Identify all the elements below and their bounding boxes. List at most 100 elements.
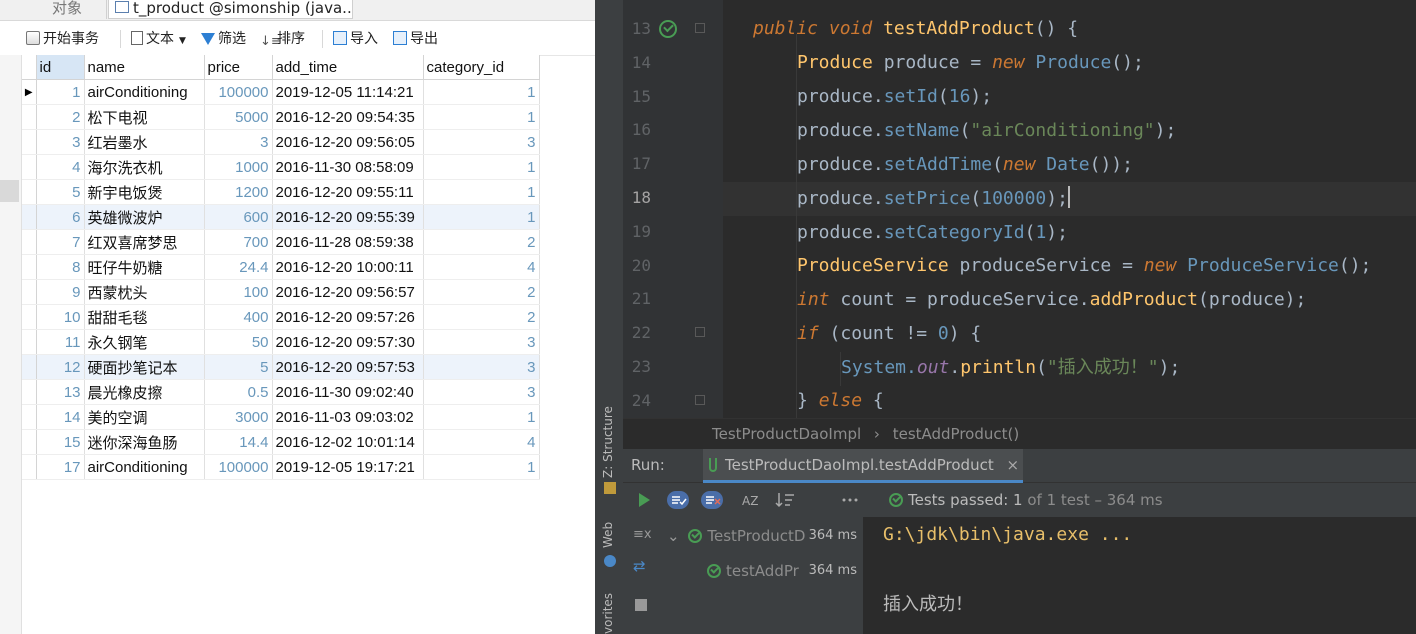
- clear-filter-icon[interactable]: ≡x: [633, 527, 652, 542]
- cell-add-time[interactable]: 2016-12-20 09:55:11: [272, 179, 424, 205]
- cell-id[interactable]: 2: [36, 104, 85, 130]
- cell-category-id[interactable]: 2: [423, 279, 540, 305]
- cell-name[interactable]: 永久钢笔: [84, 329, 205, 355]
- close-icon[interactable]: ×: [1007, 456, 1020, 474]
- table-row[interactable]: 13 晨光橡皮擦 0.5 2016-11-30 09:02:40 3: [22, 379, 540, 405]
- cell-name[interactable]: 迷你深海鱼肠: [84, 429, 205, 455]
- import-button[interactable]: 导入: [333, 29, 378, 49]
- cell-name[interactable]: 美的空调: [84, 404, 205, 430]
- table-row[interactable]: 4 海尔洗衣机 1000 2016-11-30 08:58:09 1: [22, 154, 540, 180]
- stop-icon[interactable]: [635, 599, 647, 611]
- cell-category-id[interactable]: 2: [423, 229, 540, 255]
- cell-price[interactable]: 400: [204, 304, 273, 330]
- begin-transaction-button[interactable]: 开始事务: [26, 29, 99, 49]
- test-tree-item[interactable]: testAddPr 364 ms: [707, 554, 857, 588]
- cell-category-id[interactable]: 1: [423, 454, 540, 480]
- fold-icon[interactable]: [695, 395, 705, 405]
- show-passed-icon[interactable]: [667, 491, 689, 509]
- cell-category-id[interactable]: 3: [423, 329, 540, 355]
- cell-category-id[interactable]: 1: [423, 404, 540, 430]
- structure-tool-tab[interactable]: Z: Structure: [597, 400, 621, 500]
- table-row[interactable]: 8 旺仔牛奶糖 24.4 2016-12-20 10:00:11 4: [22, 254, 540, 280]
- cell-category-id[interactable]: 3: [423, 354, 540, 380]
- cell-id[interactable]: 5: [36, 179, 85, 205]
- table-row[interactable]: 5 新宇电饭煲 1200 2016-12-20 09:55:11 1: [22, 179, 540, 205]
- cell-add-time[interactable]: 2016-12-20 09:55:39: [272, 204, 424, 230]
- table-row[interactable]: 15 迷你深海鱼肠 14.4 2016-12-02 10:01:14 4: [22, 429, 540, 455]
- cell-add-time[interactable]: 2016-12-20 09:54:35: [272, 104, 424, 130]
- favorites-tool-tab[interactable]: vorites: [597, 590, 621, 634]
- cell-name[interactable]: 新宇电饭煲: [84, 179, 205, 205]
- cell-add-time[interactable]: 2016-12-20 09:57:26: [272, 304, 424, 330]
- cell-name[interactable]: 英雄微波炉: [84, 204, 205, 230]
- cell-category-id[interactable]: 4: [423, 429, 540, 455]
- web-tool-tab[interactable]: Web: [597, 520, 621, 570]
- cell-name[interactable]: 旺仔牛奶糖: [84, 254, 205, 280]
- cell-name[interactable]: airConditioning: [84, 79, 205, 105]
- table-row[interactable]: 10 甜甜毛毯 400 2016-12-20 09:57:26 2: [22, 304, 540, 330]
- row-indicator[interactable]: [22, 104, 37, 130]
- cell-id[interactable]: 11: [36, 329, 85, 355]
- row-indicator[interactable]: [22, 454, 37, 480]
- row-indicator[interactable]: [22, 229, 37, 255]
- fold-icon[interactable]: [695, 23, 705, 33]
- cell-id[interactable]: 7: [36, 229, 85, 255]
- cell-price[interactable]: 0.5: [204, 379, 273, 405]
- cell-name[interactable]: 西蒙枕头: [84, 279, 205, 305]
- cell-category-id[interactable]: 1: [423, 204, 540, 230]
- tab-objects[interactable]: 对象: [30, 0, 107, 19]
- cell-price[interactable]: 5: [204, 354, 273, 380]
- row-indicator[interactable]: [22, 379, 37, 405]
- test-tree-item[interactable]: ⌄ TestProductD 364 ms: [667, 519, 857, 553]
- cell-id[interactable]: 13: [36, 379, 85, 405]
- table-row[interactable]: ▶ 1 airConditioning 100000 2019-12-05 11:14:…: [22, 79, 540, 105]
- cell-price[interactable]: 100000: [204, 454, 273, 480]
- row-indicator[interactable]: [22, 304, 37, 330]
- row-indicator[interactable]: [22, 279, 37, 305]
- cell-add-time[interactable]: 2016-11-03 09:03:02: [272, 404, 424, 430]
- column-header-id[interactable]: id: [36, 55, 85, 80]
- table-row[interactable]: 17 airConditioning 100000 2019-12-05 19:17:…: [22, 454, 540, 480]
- cell-category-id[interactable]: 1: [423, 104, 540, 130]
- cell-id[interactable]: 10: [36, 304, 85, 330]
- cell-id[interactable]: 4: [36, 154, 85, 180]
- cell-id[interactable]: 15: [36, 429, 85, 455]
- cell-name[interactable]: airConditioning: [84, 454, 205, 480]
- sort-button[interactable]: ↓≡排序: [260, 29, 305, 49]
- cell-category-id[interactable]: 1: [423, 179, 540, 205]
- breadcrumb-method[interactable]: testAddProduct(): [893, 425, 1020, 443]
- more-icon[interactable]: [839, 491, 861, 509]
- cell-price[interactable]: 5000: [204, 104, 273, 130]
- table-row[interactable]: 7 红双喜席梦思 700 2016-11-28 08:59:38 2: [22, 229, 540, 255]
- cell-category-id[interactable]: 1: [423, 154, 540, 180]
- cell-add-time[interactable]: 2016-11-28 08:59:38: [272, 229, 424, 255]
- row-indicator[interactable]: [22, 354, 37, 380]
- cell-name[interactable]: 硬面抄笔记本: [84, 354, 205, 380]
- table-row[interactable]: 14 美的空调 3000 2016-11-03 09:03:02 1: [22, 404, 540, 430]
- table-row[interactable]: 12 硬面抄笔记本 5 2016-12-20 09:57:53 3: [22, 354, 540, 380]
- cell-price[interactable]: 700: [204, 229, 273, 255]
- run-config-tab[interactable]: TestProductDaoImpl.testAddProduct ×: [703, 449, 1024, 483]
- cell-price[interactable]: 3: [204, 129, 273, 155]
- row-indicator[interactable]: [22, 204, 37, 230]
- sort-by-duration-icon[interactable]: [775, 491, 797, 509]
- sort-alphabetically-icon[interactable]: AZ: [741, 491, 763, 509]
- cell-category-id[interactable]: 3: [423, 379, 540, 405]
- show-ignored-icon[interactable]: [701, 491, 723, 509]
- cell-add-time[interactable]: 2016-11-30 08:58:09: [272, 154, 424, 180]
- cell-add-time[interactable]: 2016-12-20 09:57:30: [272, 329, 424, 355]
- cell-id[interactable]: 1: [36, 79, 85, 105]
- cell-add-time[interactable]: 2016-12-20 09:56:57: [272, 279, 424, 305]
- table-row[interactable]: 9 西蒙枕头 100 2016-12-20 09:56:57 2: [22, 279, 540, 305]
- cell-name[interactable]: 甜甜毛毯: [84, 304, 205, 330]
- cell-add-time[interactable]: 2016-12-20 09:56:05: [272, 129, 424, 155]
- fold-icon[interactable]: [695, 327, 705, 337]
- cell-name[interactable]: 红双喜席梦思: [84, 229, 205, 255]
- cell-name[interactable]: 海尔洗衣机: [84, 154, 205, 180]
- row-indicator[interactable]: [22, 404, 37, 430]
- cell-category-id[interactable]: 3: [423, 129, 540, 155]
- cell-id[interactable]: 8: [36, 254, 85, 280]
- rerun-icon[interactable]: [633, 491, 655, 509]
- table-row[interactable]: 2 松下电视 5000 2016-12-20 09:54:35 1: [22, 104, 540, 130]
- cell-name[interactable]: 晨光橡皮擦: [84, 379, 205, 405]
